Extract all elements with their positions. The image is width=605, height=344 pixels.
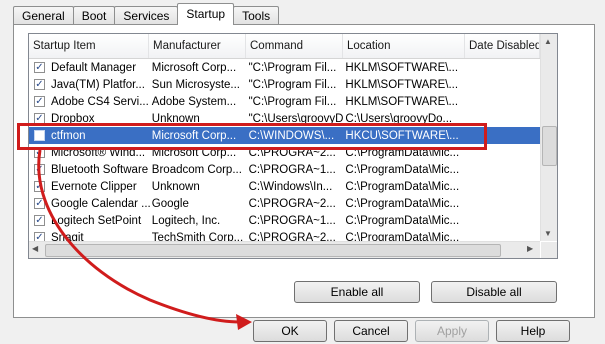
cell-location: HKCU\SOFTWARE\... [345,129,459,142]
list-rows: ✓ Default Manager Microsoft Corp... "C:\Pro… [29,59,540,258]
column-startup-item[interactable]: Startup Item [29,34,149,58]
cancel-button[interactable]: Cancel [334,320,408,342]
vertical-scrollbar[interactable]: ▲ ▼ [540,34,557,241]
cell-manufacturer: Adobe System... [151,95,237,108]
cell-manufacturer: Microsoft Corp... [151,146,237,159]
row-checkbox[interactable] [34,130,45,141]
cell-manufacturer: Google [151,197,189,210]
cell-location: HKLM\SOFTWARE\... [345,61,459,74]
cell-command: "C:\Users\groovyDo... [248,112,344,125]
cell-item: Microsoft® Wind... [51,146,146,159]
table-row[interactable]: ctfmon Microsoft Corp... C:\WINDOWS\... HKC… [29,127,540,144]
column-manufacturer[interactable]: Manufacturer [149,34,246,58]
horizontal-scroll-thumb[interactable] [45,244,501,257]
table-row[interactable]: ✓ Default Manager Microsoft Corp... "C:\Pro… [29,59,540,76]
cell-command: C:\PROGRA~1... [248,214,336,227]
cell-item: Bluetooth Software [51,163,149,176]
table-row[interactable]: ✓ Dropbox Unknown "C:\Users\groovyDo...C:\U… [29,110,540,127]
cell-location: HKLM\SOFTWARE\... [345,78,459,91]
cell-location: C:\ProgramData\Mic... [345,163,460,176]
cell-item: Google Calendar ... [51,197,150,210]
cell-location: C:\ProgramData\Mic... [345,180,460,193]
cell-location: HKLM\SOFTWARE\... [345,95,459,108]
row-checkbox[interactable]: ✓ [34,164,45,175]
cell-command: C:\Windows\In... [248,180,333,193]
cell-location: C:\ProgramData\Mic... [345,146,460,159]
tab-strip: General Boot Services Startup Tools [13,3,280,25]
tab-services[interactable]: Services [114,6,179,25]
cell-location: C:\ProgramData\Mic... [345,214,460,227]
cell-item: Dropbox [51,112,95,125]
scroll-down-icon[interactable]: ▼ [544,229,552,238]
cell-manufacturer: Microsoft Corp... [151,61,237,74]
table-row[interactable]: ✓ Java(TM) Platfor... Sun Microsyste... "C:… [29,76,540,93]
row-checkbox[interactable]: ✓ [34,215,45,226]
enable-all-button[interactable]: Enable all [294,281,420,303]
row-checkbox[interactable]: ✓ [34,147,45,158]
row-checkbox[interactable]: ✓ [34,79,45,90]
cell-item: Logitech SetPoint [51,214,142,227]
cell-command: "C:\Program Fil... [248,78,337,91]
cell-item: ctfmon [51,129,86,142]
apply-button[interactable]: Apply [415,320,489,342]
cell-location: C:\Users\groovyDo... [345,112,453,125]
cell-command: "C:\Program Fil... [248,95,337,108]
cell-item: Evernote Clipper [51,180,137,193]
cell-item: Default Manager [51,61,137,74]
cell-manufacturer: Unknown [151,180,200,193]
table-row[interactable]: ✓ Logitech SetPoint Logitech, Inc. C:\PROGR… [29,212,540,229]
row-checkbox[interactable]: ✓ [34,62,45,73]
cell-command: C:\PROGRA~2... [248,146,336,159]
cell-manufacturer: Microsoft Corp... [151,129,237,142]
cell-manufacturer: Logitech, Inc. [151,214,221,227]
column-command[interactable]: Command [246,34,343,58]
row-checkbox[interactable]: ✓ [34,96,45,107]
cell-command: C:\PROGRA~1... [248,163,336,176]
tab-boot[interactable]: Boot [72,6,116,25]
cell-item: Java(TM) Platfor... [51,78,145,91]
vertical-scroll-thumb[interactable] [542,126,557,166]
table-row[interactable]: ✓ Microsoft® Wind... Microsoft Corp... C:\P… [29,144,540,161]
column-location[interactable]: Location [343,34,465,58]
cell-location: C:\ProgramData\Mic... [345,197,460,210]
cell-manufacturer: Unknown [151,112,200,125]
row-checkbox[interactable]: ✓ [34,181,45,192]
table-row[interactable]: ✓ Google Calendar ... Google C:\PROGRA~2...… [29,195,540,212]
table-row[interactable]: ✓ Bluetooth Software Broadcom Corp... C:\PR… [29,161,540,178]
row-checkbox[interactable]: ✓ [34,198,45,209]
horizontal-scrollbar[interactable]: ◀ ▶ [29,241,540,258]
cell-manufacturer: Broadcom Corp... [151,163,242,176]
scroll-right-icon[interactable]: ▶ [527,244,533,253]
scroll-left-icon[interactable]: ◀ [32,244,38,253]
scroll-up-icon[interactable]: ▲ [544,37,552,46]
column-date-disabled[interactable]: Date Disabled [465,34,540,58]
cell-manufacturer: Sun Microsyste... [151,78,240,91]
cell-item: Adobe CS4 Servi... [51,95,149,108]
tab-general[interactable]: General [13,6,74,25]
scrollbar-corner [541,242,557,258]
disable-all-button[interactable]: Disable all [431,281,557,303]
ok-button[interactable]: OK [253,320,327,342]
cell-command: C:\WINDOWS\... [248,129,335,142]
system-configuration-dialog: General Boot Services Startup Tools Star… [0,0,605,344]
table-row[interactable]: ✓ Evernote Clipper Unknown C:\Windows\In...… [29,178,540,195]
startup-items-list[interactable]: Startup Item Manufacturer Command Locati… [28,33,558,259]
tab-startup[interactable]: Startup [177,3,235,25]
help-button[interactable]: Help [496,320,570,342]
tab-tools[interactable]: Tools [233,6,280,25]
cell-command: C:\PROGRA~2... [248,197,336,210]
list-header: Startup Item Manufacturer Command Locati… [29,34,540,59]
table-row[interactable]: ✓ Adobe CS4 Servi... Adobe System... "C:\Pr… [29,93,540,110]
cell-command: "C:\Program Fil... [248,61,337,74]
row-checkbox[interactable]: ✓ [34,113,45,124]
